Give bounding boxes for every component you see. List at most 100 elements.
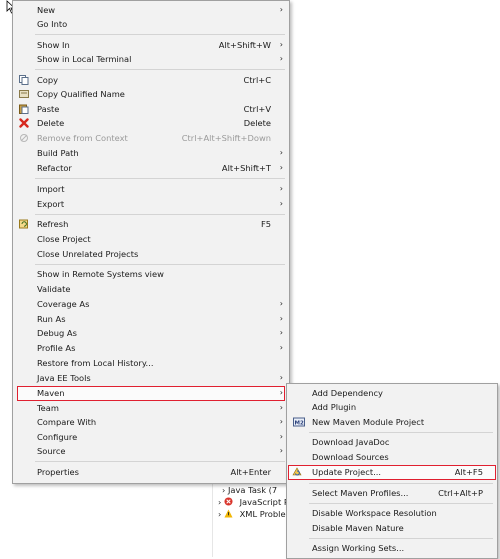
menu-item-disable-workspace-resolution[interactable]: Disable Workspace Resolution bbox=[287, 506, 497, 520]
menu-item-label: Export bbox=[37, 199, 65, 209]
menu-item-go-into[interactable]: Go Into bbox=[13, 17, 289, 31]
menu-separator bbox=[35, 178, 285, 179]
submenu-arrow-icon: › bbox=[279, 432, 283, 441]
menu-item-refresh[interactable]: Refresh F5 bbox=[13, 217, 289, 231]
menu-item-source[interactable]: Source › bbox=[13, 444, 289, 458]
menu-item-label: Show In bbox=[37, 40, 70, 50]
tree-expand-icon: › bbox=[218, 509, 222, 519]
menu-item-new[interactable]: New › bbox=[13, 3, 289, 17]
menu-item-coverage-as[interactable]: Coverage As › bbox=[13, 297, 289, 311]
tree-expand-icon: › bbox=[218, 497, 222, 507]
menu-item-label: Update Project... bbox=[312, 467, 381, 477]
menu-item-show-in-remote-systems-view[interactable]: Show in Remote Systems view bbox=[13, 267, 289, 281]
menu-item-copy-qualified-name[interactable]: Copy Qualified Name bbox=[13, 87, 289, 101]
menu-item-show-in-local-terminal[interactable]: Show in Local Terminal › bbox=[13, 52, 289, 66]
svg-text:M2: M2 bbox=[295, 421, 304, 427]
menu-item-add-plugin[interactable]: Add Plugin bbox=[287, 400, 497, 414]
menu-separator bbox=[35, 461, 285, 462]
menu-separator bbox=[35, 69, 285, 70]
menu-item-new-maven-module-project[interactable]: M2 New Maven Module Project bbox=[287, 415, 497, 429]
menu-item-label: Assign Working Sets... bbox=[312, 543, 405, 553]
menu-item-label: Remove from Context bbox=[37, 133, 128, 143]
menu-item-label: Go Into bbox=[37, 19, 68, 29]
tree-expand-icon: › bbox=[222, 485, 226, 495]
menu-item-delete[interactable]: Delete Delete bbox=[13, 116, 289, 130]
submenu-arrow-icon: › bbox=[279, 403, 283, 412]
menu-item-copy[interactable]: Copy Ctrl+C bbox=[13, 73, 289, 87]
refresh-icon bbox=[19, 219, 28, 229]
menu-item-java-ee-tools[interactable]: Java EE Tools › bbox=[13, 371, 289, 385]
copy-icon bbox=[19, 75, 29, 85]
menu-item-profile-as[interactable]: Profile As › bbox=[13, 341, 289, 355]
menu-item-add-dependency[interactable]: Add Dependency bbox=[287, 386, 497, 400]
menu-item-label: Maven bbox=[37, 388, 65, 398]
menu-item-assign-working-sets[interactable]: Assign Working Sets... bbox=[287, 541, 497, 555]
menu-item-close-project[interactable]: Close Project bbox=[13, 232, 289, 246]
menu-item-refactor[interactable]: Refactor Alt+Shift+T › bbox=[13, 161, 289, 175]
tree-item[interactable]: › JavaScript P bbox=[218, 496, 289, 508]
shortcut-label: Ctrl+V bbox=[243, 104, 271, 114]
tree-item[interactable]: › XML Problem bbox=[218, 508, 294, 520]
shortcut-label: Alt+Shift+W bbox=[218, 40, 271, 50]
menu-item-download-sources[interactable]: Download Sources bbox=[287, 450, 497, 464]
menu-item-label: Add Dependency bbox=[312, 388, 383, 398]
menu-item-label: Copy bbox=[37, 75, 59, 85]
menu-item-label: Coverage As bbox=[37, 299, 90, 309]
submenu-arrow-icon: › bbox=[279, 417, 283, 426]
remove-from-context-icon bbox=[20, 134, 28, 142]
menu-item-label: Download Sources bbox=[312, 452, 389, 462]
menu-item-disable-maven-nature[interactable]: Disable Maven Nature bbox=[287, 521, 497, 535]
submenu-arrow-icon: › bbox=[279, 328, 283, 337]
menu-item-properties[interactable]: Properties Alt+Enter bbox=[13, 465, 289, 479]
menu-item-maven[interactable]: Maven › bbox=[17, 386, 285, 401]
submenu-arrow-icon: › bbox=[279, 54, 283, 63]
menu-item-team[interactable]: Team › bbox=[13, 401, 289, 415]
shortcut-label: F5 bbox=[260, 219, 271, 229]
menu-item-label: Paste bbox=[37, 104, 60, 114]
menu-item-label: Validate bbox=[37, 284, 71, 294]
menu-item-label: Java EE Tools bbox=[37, 373, 91, 383]
menu-item-label: Copy Qualified Name bbox=[37, 89, 125, 99]
menu-item-remove-from-context[interactable]: Remove from Context Ctrl+Alt+Shift+Down bbox=[13, 131, 289, 145]
menu-item-select-maven-profiles[interactable]: Select Maven Profiles... Ctrl+Alt+P bbox=[287, 486, 497, 500]
menu-item-label: Add Plugin bbox=[312, 402, 357, 412]
menu-item-label: Profile As bbox=[37, 343, 76, 353]
submenu-arrow-icon: › bbox=[279, 343, 283, 352]
menu-item-show-in[interactable]: Show In Alt+Shift+W › bbox=[13, 38, 289, 52]
submenu-arrow-icon: › bbox=[279, 184, 283, 193]
menu-item-download-javadoc[interactable]: Download JavaDoc bbox=[287, 435, 497, 449]
submenu-arrow-icon: › bbox=[279, 148, 283, 157]
menu-separator bbox=[309, 483, 493, 484]
menu-item-import[interactable]: Import › bbox=[13, 182, 289, 196]
menu-item-label: Close Project bbox=[37, 234, 91, 244]
shortcut-label: Ctrl+C bbox=[243, 75, 271, 85]
menu-item-run-as[interactable]: Run As › bbox=[13, 312, 289, 326]
menu-item-label: Build Path bbox=[37, 148, 79, 158]
shortcut-label: Alt+Enter bbox=[230, 467, 271, 477]
menu-item-compare-with[interactable]: Compare With › bbox=[13, 415, 289, 429]
workbench-background bbox=[0, 0, 12, 557]
menu-item-close-unrelated-projects[interactable]: Close Unrelated Projects bbox=[13, 247, 289, 261]
shortcut-label: Delete bbox=[243, 118, 271, 128]
menu-item-label: Refresh bbox=[37, 219, 69, 229]
tree-item[interactable]: › Java Task (7 bbox=[218, 484, 277, 496]
menu-item-debug-as[interactable]: Debug As › bbox=[13, 326, 289, 340]
menu-item-validate[interactable]: Validate bbox=[13, 282, 289, 296]
menu-item-update-project[interactable]: Update Project... Alt+F5 bbox=[288, 465, 496, 480]
shortcut-label: Alt+F5 bbox=[454, 467, 483, 477]
menu-item-label: Source bbox=[37, 446, 66, 456]
menu-item-build-path[interactable]: Build Path › bbox=[13, 146, 289, 160]
menu-item-configure[interactable]: Configure › bbox=[13, 430, 289, 444]
menu-item-label: Close Unrelated Projects bbox=[37, 249, 139, 259]
context-menu: New › Go Into Show In Alt+Shift+W › Show… bbox=[12, 0, 290, 484]
menu-item-label: New Maven Module Project bbox=[312, 417, 425, 427]
menu-item-paste[interactable]: Paste Ctrl+V bbox=[13, 102, 289, 116]
menu-item-export[interactable]: Export › bbox=[13, 197, 289, 211]
maven-submenu: Add Dependency Add Plugin M2 New Maven M… bbox=[286, 383, 498, 559]
menu-item-label: Run As bbox=[37, 314, 66, 324]
menu-item-label: Restore from Local History... bbox=[37, 358, 154, 368]
submenu-arrow-icon: › bbox=[279, 5, 283, 14]
submenu-arrow-icon: › bbox=[279, 314, 283, 323]
paste-icon bbox=[19, 104, 29, 114]
menu-item-restore-from-local-history[interactable]: Restore from Local History... bbox=[13, 356, 289, 370]
